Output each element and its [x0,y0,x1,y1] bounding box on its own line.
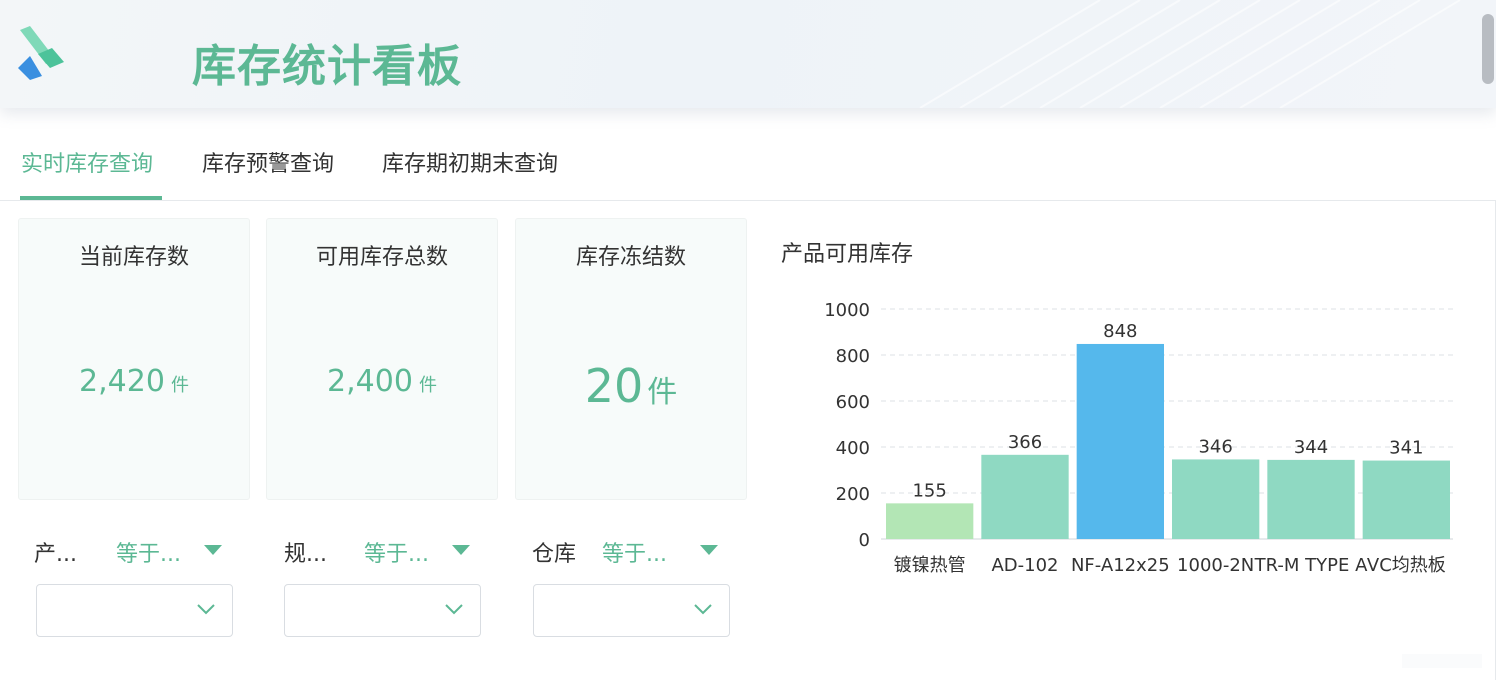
kpi-unit: 件 [170,375,189,396]
filter-operator[interactable]: 等于... [364,536,429,568]
chart-bar [1076,343,1164,539]
kpi-card-current-stock: 当前库存数 2,420 件 [18,218,250,500]
kpi-value-group: 20 件 [516,359,746,413]
kpi-title: 可用库存总数 [315,245,448,270]
warehouse-select[interactable] [533,584,730,637]
filter-operator[interactable]: 等于... [602,536,667,568]
chart-data-label: 346 [1198,436,1232,457]
chart-y-tick-label: 800 [836,346,870,367]
filter-label: 规... [284,542,327,567]
chart-data-label: 344 [1294,437,1328,458]
chart-data-label: 848 [1103,321,1137,342]
chart-bar [1267,459,1355,539]
kpi-value-group: 2,420 件 [19,364,249,399]
chart-data-label: 155 [912,480,946,501]
scrollbar[interactable] [1478,0,1496,108]
corner-decoration [1402,654,1482,668]
kpi-unit: 件 [647,375,678,410]
kpi-value: 2,400 [327,364,413,399]
chart-x-tick-label: TR-M TYPE A [1254,555,1368,576]
kpi-value: 2,420 [79,364,165,399]
chart-y-tick-label: 400 [836,438,870,459]
kpi-card-available-stock: 可用库存总数 2,400 件 [266,218,498,500]
spec-select[interactable] [284,584,481,637]
filter-spec: 规... 等于... [284,531,484,571]
active-tab-indicator [20,196,162,200]
chevron-down-icon [445,604,463,615]
product-available-stock-chart: 0 200 400 600 800 1000 155 镀镍热管 366 AD-102 848 NF-A… [824,300,1453,576]
chart-bar [981,454,1069,539]
kpi-card-frozen-stock: 库存冻结数 20 件 [515,218,747,500]
chart-y-tick-label: 200 [836,484,870,505]
kpi-value-group: 2,400 件 [267,364,497,399]
chart-x-tick-label: 1000-2N [1177,555,1254,576]
chevron-down-icon [197,604,215,615]
filter-label: 仓库 [532,542,577,567]
scrollbar-thumb[interactable] [1482,14,1494,84]
tab-bar: 实时库存查询 库存预警查询 库存期初期末查询 [0,126,1496,201]
chart-y-tick-label: 600 [836,392,870,413]
tab-inventory-alert[interactable]: 库存预警查询 [202,146,334,198]
product-select[interactable] [36,584,233,637]
caret-down-icon[interactable] [452,545,470,555]
chart-bar [886,503,974,539]
kpi-unit: 件 [418,375,437,396]
filter-product: 产... 等于... [34,531,234,571]
chart-title: 产品可用库存 [781,242,914,267]
chart-y-tick-label: 0 [859,530,870,551]
tab-period-inventory[interactable]: 库存期初期末查询 [382,146,558,198]
kpi-title: 库存冻结数 [575,245,686,270]
caret-down-icon[interactable] [700,545,718,555]
chart-data-label: 341 [1389,438,1423,459]
chart-bar [1172,459,1260,539]
chart-x-tick-label: AD-102 [991,555,1058,576]
kpi-title: 当前库存数 [78,245,189,270]
chart-x-tick-label: VC均热板 [1367,555,1446,576]
header: 库存统计看板 [0,0,1496,108]
chart-x-tick-label: NF-A12x25 [1071,555,1170,576]
chart-x-tick-label: 镀镍热管 [894,555,966,576]
kpi-value: 20 [584,359,644,413]
page-title: 库存统计看板 [192,41,462,92]
caret-down-icon[interactable] [204,545,222,555]
filter-label: 产... [34,542,77,567]
chart-bar [1362,460,1450,539]
tab-realtime-inventory[interactable]: 实时库存查询 [21,146,153,198]
logo-icon [18,26,64,80]
chevron-down-icon [694,604,712,615]
chart-data-label: 366 [1008,432,1042,453]
chart-y-tick-label: 1000 [824,300,870,321]
filter-warehouse: 仓库 等于... [532,531,732,571]
filter-operator[interactable]: 等于... [116,536,181,568]
